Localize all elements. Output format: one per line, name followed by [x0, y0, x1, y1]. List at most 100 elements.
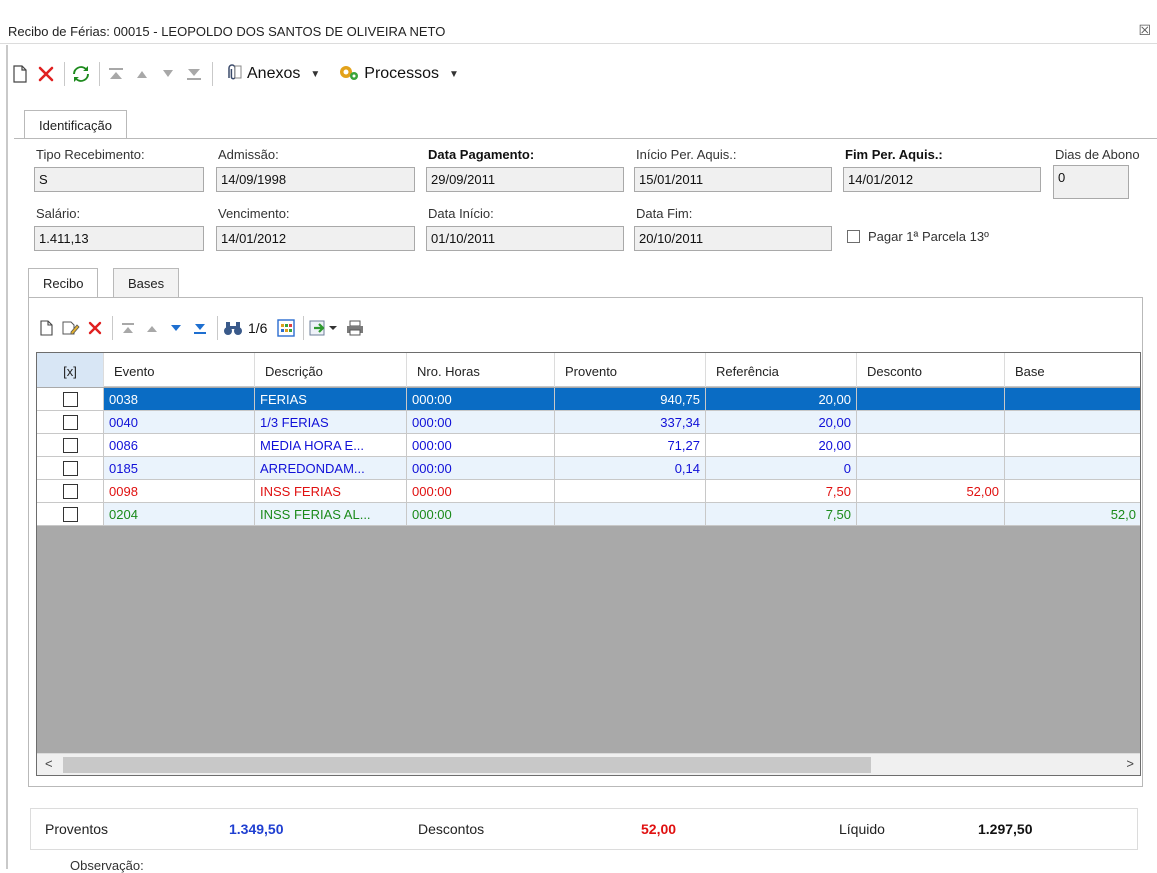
column-header-nro-horas[interactable]: Nro. Horas [407, 353, 555, 387]
dias-abono-field[interactable]: 0 [1053, 165, 1129, 199]
print-icon[interactable] [344, 316, 366, 340]
observacao-label: Observação: [70, 858, 144, 873]
fim-per-aquis-label: Fim Per. Aquis.: [845, 147, 943, 162]
next-record-icon[interactable] [156, 62, 180, 86]
data-fim-field[interactable]: 20/10/2011 [634, 226, 832, 251]
last-record-icon[interactable] [189, 316, 211, 340]
tab-bases[interactable]: Bases [113, 268, 180, 297]
referencia-cell: 20,00 [706, 411, 857, 434]
new-icon[interactable] [36, 316, 58, 340]
base-cell [1005, 457, 1140, 480]
grid-layout-icon[interactable] [275, 316, 297, 340]
first-record-icon[interactable] [117, 316, 139, 340]
nro-horas-cell: 000:00 [407, 388, 555, 411]
refresh-icon[interactable] [69, 62, 93, 86]
delete-icon[interactable] [34, 62, 58, 86]
proventos-label: Proventos [45, 821, 109, 837]
row-checkbox[interactable] [62, 483, 78, 499]
evento-cell: 0098 [104, 480, 255, 503]
pagar-parcela-checkbox[interactable]: Pagar 1ª Parcela 13º [847, 229, 989, 244]
row-checkbox[interactable] [62, 414, 78, 430]
column-header-descricao[interactable]: Descrição [255, 353, 407, 387]
table-row[interactable]: 0098 INSS FERIAS 000:00 7,50 52,00 [37, 480, 1140, 503]
last-record-icon[interactable] [182, 62, 206, 86]
previous-record-icon[interactable] [141, 316, 163, 340]
tipo-recebimento-field[interactable]: S [34, 167, 204, 192]
provento-cell: 940,75 [555, 388, 706, 411]
paperclip-icon [223, 62, 243, 87]
main-toolbar: Anexos ▼ Processos ▼ [8, 58, 459, 90]
data-pagamento-field[interactable]: 29/09/2011 [426, 167, 624, 192]
new-icon[interactable] [8, 62, 32, 86]
column-header-select[interactable]: [x] [37, 353, 104, 387]
close-icon[interactable]: ☒ [1138, 22, 1151, 39]
edit-icon[interactable] [60, 316, 82, 340]
provento-cell [555, 503, 706, 526]
salario-field[interactable]: 1.411,13 [34, 226, 204, 251]
processes-label: Processos [364, 65, 439, 82]
fim-per-aquis-field[interactable]: 14/01/2012 [843, 167, 1041, 192]
column-header-referencia[interactable]: Referência [706, 353, 857, 387]
row-checkbox[interactable] [62, 391, 78, 407]
base-cell [1005, 434, 1140, 457]
title-bar: Recibo de Férias: 00015 - LEOPOLDO DOS S… [0, 0, 1157, 44]
row-checkbox[interactable] [62, 437, 78, 453]
export-icon[interactable] [308, 316, 342, 340]
row-checkbox-cell[interactable] [37, 388, 104, 411]
tab-recibo[interactable]: Recibo [28, 268, 99, 298]
delete-icon[interactable] [84, 316, 106, 340]
admissao-field[interactable]: 14/09/1998 [216, 167, 415, 192]
column-header-base[interactable]: Base [1005, 353, 1140, 387]
binoculars-icon[interactable] [222, 316, 244, 340]
column-header-desconto[interactable]: Desconto [857, 353, 1005, 387]
checkbox-box[interactable] [847, 230, 860, 243]
table-row[interactable]: 0086 MEDIA HORA E... 000:00 71,27 20,00 [37, 434, 1140, 457]
toolbar-separator [212, 62, 213, 86]
row-checkbox[interactable] [62, 460, 78, 476]
table-row[interactable]: 0040 1/3 FERIAS 000:00 337,34 20,00 [37, 411, 1140, 434]
scrollbar-thumb[interactable] [63, 757, 871, 773]
base-cell [1005, 480, 1140, 503]
descricao-cell: MEDIA HORA E... [255, 434, 407, 457]
descricao-cell: ARREDONDAM... [255, 457, 407, 480]
dias-abono-label: Dias de Abono [1055, 147, 1140, 162]
column-header-provento[interactable]: Provento [555, 353, 706, 387]
descricao-cell: 1/3 FERIAS [255, 411, 407, 434]
table-row[interactable]: 0204 INSS FERIAS AL... 000:00 7,50 52,0 [37, 503, 1140, 526]
table-row[interactable]: 0038 FERIAS 000:00 940,75 20,00 [37, 388, 1140, 411]
processes-menu[interactable]: Processos ▼ [338, 62, 459, 87]
horizontal-scrollbar[interactable]: < > [37, 753, 1140, 775]
vencimento-label: Vencimento: [218, 206, 290, 221]
vencimento-field[interactable]: 14/01/2012 [216, 226, 415, 251]
toolbar-separator [64, 62, 65, 86]
column-header-evento[interactable]: Evento [104, 353, 255, 387]
tipo-recebimento-label: Tipo Recebimento: [36, 147, 145, 162]
nro-horas-cell: 000:00 [407, 411, 555, 434]
attachments-menu[interactable]: Anexos ▼ [223, 62, 320, 87]
scroll-left-icon[interactable]: < [45, 756, 53, 771]
descricao-cell: INSS FERIAS AL... [255, 503, 407, 526]
tab-identificacao[interactable]: Identificação [24, 110, 127, 139]
row-checkbox-cell[interactable] [37, 503, 104, 526]
scroll-right-icon[interactable]: > [1126, 756, 1134, 771]
desconto-cell [857, 503, 1005, 526]
previous-record-icon[interactable] [130, 62, 154, 86]
salario-label: Salário: [36, 206, 81, 221]
nro-horas-cell: 000:00 [407, 434, 555, 457]
inicio-per-aquis-field[interactable]: 15/01/2011 [634, 167, 832, 192]
first-record-icon[interactable] [104, 62, 128, 86]
row-checkbox[interactable] [62, 506, 78, 522]
data-inicio-field[interactable]: 01/10/2011 [426, 226, 624, 251]
evento-cell: 0040 [104, 411, 255, 434]
inicio-per-aquis-label: Início Per. Aquis.: [636, 147, 737, 162]
row-checkbox-cell[interactable] [37, 434, 104, 457]
liquido-label: Líquido [839, 821, 885, 837]
window-title: Recibo de Férias: 00015 - LEOPOLDO DOS S… [8, 24, 446, 39]
descricao-cell: INSS FERIAS [255, 480, 407, 503]
row-checkbox-cell[interactable] [37, 457, 104, 480]
row-checkbox-cell[interactable] [37, 411, 104, 434]
row-checkbox-cell[interactable] [37, 480, 104, 503]
table-row[interactable]: 0185 ARREDONDAM... 000:00 0,14 0 [37, 457, 1140, 480]
next-record-icon[interactable] [165, 316, 187, 340]
record-pager: 1/6 [248, 320, 268, 336]
